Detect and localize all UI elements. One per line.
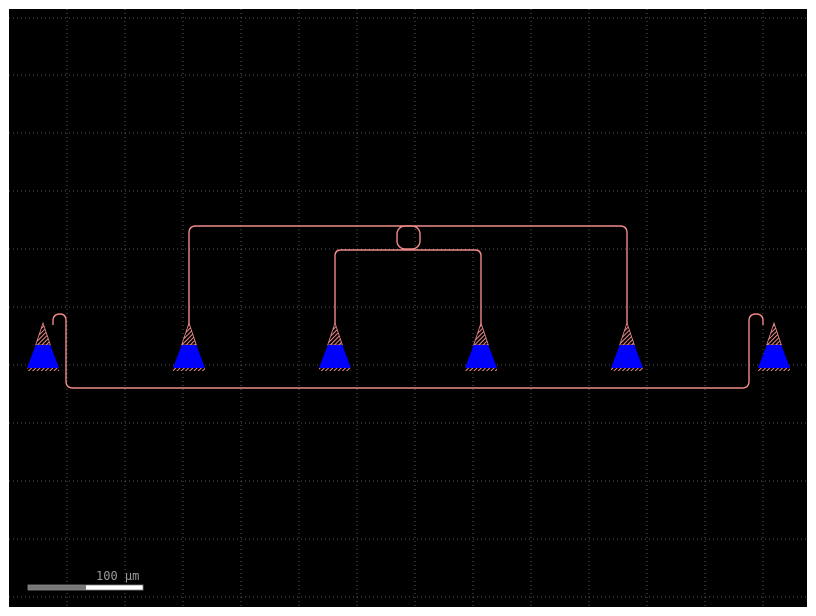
layout-background	[9, 9, 807, 607]
coupler-edge	[611, 368, 643, 371]
layout-view[interactable]: 100 µm	[0, 0, 816, 616]
coupler-edge	[173, 368, 205, 371]
layout-canvas[interactable]: 100 µm	[0, 0, 816, 616]
coupler-edge	[758, 368, 790, 371]
scale-bar-light-segment	[86, 585, 143, 590]
scale-bar-label: 100 µm	[96, 569, 139, 583]
coupler-edge	[465, 368, 497, 371]
coupler-edge	[319, 368, 351, 371]
scale-bar-dark-segment	[28, 585, 86, 590]
coupler-edge	[27, 368, 59, 371]
